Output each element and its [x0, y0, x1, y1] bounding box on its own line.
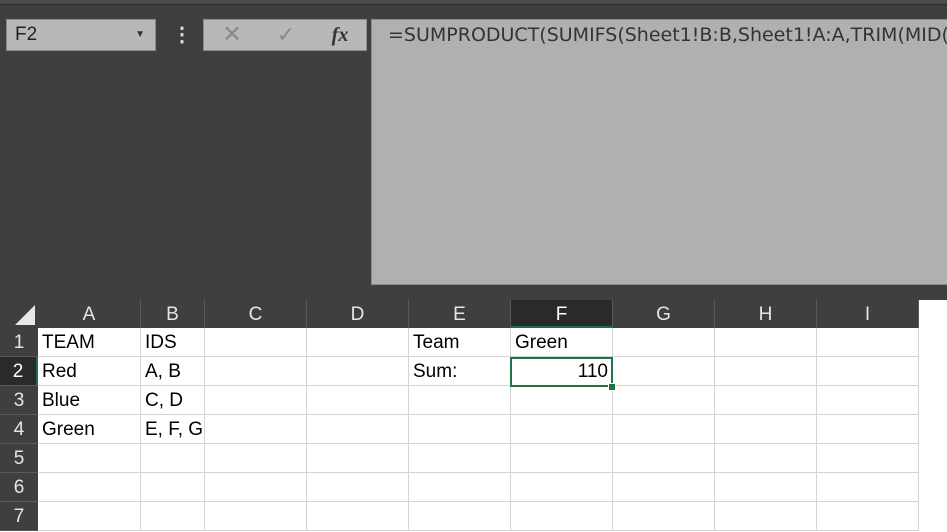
- close-icon[interactable]: ✕: [212, 20, 252, 50]
- cell-e5[interactable]: [409, 444, 511, 473]
- cell-e2[interactable]: Sum:: [409, 357, 511, 386]
- cell-b4[interactable]: E, F, G: [141, 415, 205, 444]
- cell-b7[interactable]: [141, 502, 205, 531]
- cell-h1[interactable]: [715, 328, 817, 357]
- cell-d7[interactable]: [307, 502, 409, 531]
- cell-d3[interactable]: [307, 386, 409, 415]
- cell-b5[interactable]: [141, 444, 205, 473]
- cell-a4[interactable]: Green: [38, 415, 141, 444]
- cell-f5[interactable]: [511, 444, 613, 473]
- cell-f6[interactable]: [511, 473, 613, 502]
- cell-g2[interactable]: [613, 357, 715, 386]
- cell-f3[interactable]: [511, 386, 613, 415]
- cell-f4[interactable]: [511, 415, 613, 444]
- row-header-5[interactable]: 5: [0, 444, 38, 473]
- row-header-2[interactable]: 2: [0, 357, 38, 386]
- cell-b6[interactable]: [141, 473, 205, 502]
- cell-g4[interactable]: [613, 415, 715, 444]
- cell-i4[interactable]: [817, 415, 919, 444]
- cell-c6[interactable]: [205, 473, 307, 502]
- cell-d5[interactable]: [307, 444, 409, 473]
- cell-a2[interactable]: Red: [38, 357, 141, 386]
- column-header-c[interactable]: C: [205, 300, 307, 328]
- column-header-e[interactable]: E: [409, 300, 511, 328]
- cell-g5[interactable]: [613, 444, 715, 473]
- cell-d4[interactable]: [307, 415, 409, 444]
- cell-h6[interactable]: [715, 473, 817, 502]
- more-options-icon[interactable]: ⋮: [172, 22, 192, 50]
- cell-b3[interactable]: C, D: [141, 386, 205, 415]
- cell-a6[interactable]: [38, 473, 141, 502]
- row-header-3[interactable]: 3: [0, 386, 38, 415]
- cell-a3[interactable]: Blue: [38, 386, 141, 415]
- formula-buttons: ✕ ✓ fx: [203, 19, 367, 51]
- row-header-7[interactable]: 7: [0, 502, 38, 531]
- cell-h4[interactable]: [715, 415, 817, 444]
- formula-text[interactable]: =SUMPRODUCT(SUMIFS(Sheet1!B:B,Sheet1!A:A…: [388, 24, 947, 46]
- name-box[interactable]: F2 ▼: [6, 19, 156, 51]
- cell-d6[interactable]: [307, 473, 409, 502]
- cell-c7[interactable]: [205, 502, 307, 531]
- cell-h5[interactable]: [715, 444, 817, 473]
- cell-e3[interactable]: [409, 386, 511, 415]
- cell-g3[interactable]: [613, 386, 715, 415]
- chevron-down-icon[interactable]: ▼: [135, 20, 145, 50]
- row-header-1[interactable]: 1: [0, 328, 38, 357]
- formula-bar[interactable]: =SUMPRODUCT(SUMIFS(Sheet1!B:B,Sheet1!A:A…: [371, 19, 947, 285]
- cell-b2[interactable]: A, B: [141, 357, 205, 386]
- cell-c5[interactable]: [205, 444, 307, 473]
- cell-i6[interactable]: [817, 473, 919, 502]
- cell-b1[interactable]: IDS: [141, 328, 205, 357]
- cell-g6[interactable]: [613, 473, 715, 502]
- cell-a1[interactable]: TEAM: [38, 328, 141, 357]
- cell-i1[interactable]: [817, 328, 919, 357]
- check-icon[interactable]: ✓: [266, 20, 306, 50]
- cell-c4[interactable]: [205, 415, 307, 444]
- column-header-d[interactable]: D: [307, 300, 409, 328]
- column-header-a[interactable]: A: [38, 300, 141, 328]
- cell-c1[interactable]: [205, 328, 307, 357]
- cell-g7[interactable]: [613, 502, 715, 531]
- row-header-6[interactable]: 6: [0, 473, 38, 502]
- cell-i3[interactable]: [817, 386, 919, 415]
- column-header-h[interactable]: H: [715, 300, 817, 328]
- cell-c3[interactable]: [205, 386, 307, 415]
- cell-i2[interactable]: [817, 357, 919, 386]
- fill-handle[interactable]: [608, 383, 616, 391]
- cell-i7[interactable]: [817, 502, 919, 531]
- name-box-value: F2: [15, 24, 38, 45]
- cell-e7[interactable]: [409, 502, 511, 531]
- column-header-i[interactable]: I: [817, 300, 919, 328]
- cell-d2[interactable]: [307, 357, 409, 386]
- fx-icon[interactable]: fx: [320, 20, 360, 50]
- cell-h3[interactable]: [715, 386, 817, 415]
- select-all-button[interactable]: [0, 300, 39, 328]
- cell-g1[interactable]: [613, 328, 715, 357]
- cell-e6[interactable]: [409, 473, 511, 502]
- cell-a7[interactable]: [38, 502, 141, 531]
- column-header-f[interactable]: F: [511, 300, 613, 328]
- column-header-g[interactable]: G: [613, 300, 715, 328]
- cell-i5[interactable]: [817, 444, 919, 473]
- cell-e1[interactable]: Team: [409, 328, 511, 357]
- ribbon-edge: [0, 0, 947, 5]
- cell-a5[interactable]: [38, 444, 141, 473]
- cell-f2[interactable]: 110: [511, 357, 613, 386]
- cell-h7[interactable]: [715, 502, 817, 531]
- column-header-b[interactable]: B: [141, 300, 205, 328]
- cell-e4[interactable]: [409, 415, 511, 444]
- cell-f1[interactable]: Green: [511, 328, 613, 357]
- cell-h2[interactable]: [715, 357, 817, 386]
- cell-d1[interactable]: [307, 328, 409, 357]
- cell-f7[interactable]: [511, 502, 613, 531]
- cell-c2[interactable]: [205, 357, 307, 386]
- row-header-4[interactable]: 4: [0, 415, 38, 444]
